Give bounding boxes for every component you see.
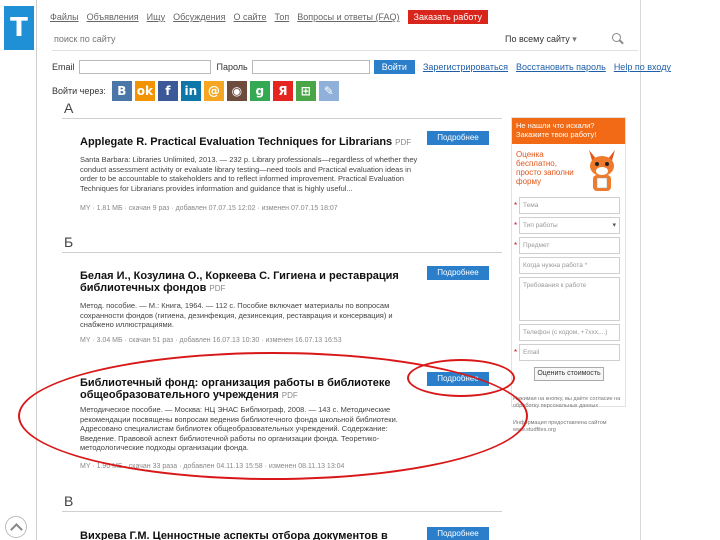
fox-mascot-icon xyxy=(589,150,615,191)
restore-password-link[interactable]: Восстановить пароль xyxy=(516,62,606,72)
password-label: Пароль xyxy=(216,62,248,72)
file-description: Метод. пособие. — М.: Книга, 1964. — 112… xyxy=(80,301,393,329)
phone-field-placeholder: Телефон (с кодом, +7ххх,...) xyxy=(523,329,608,336)
social-icons: Bok f in @ ◉ g Я ⊞ ✎ xyxy=(111,81,342,101)
search-input[interactable] xyxy=(52,31,497,47)
nav-discussions[interactable]: Обсуждения xyxy=(173,12,225,22)
windows-icon[interactable]: ⊞ xyxy=(295,81,316,101)
order-form-panel: Не нашли что искали? Закажите твою работ… xyxy=(511,117,626,407)
order-form-promo: Оценка бесплатно, просто заполни форму xyxy=(512,144,625,194)
file-title-text: Applegate R. Practical Evaluation Techni… xyxy=(80,136,393,148)
header-divider xyxy=(52,50,638,51)
estimate-cost-button[interactable]: Оценить стоимость xyxy=(534,367,604,381)
section-letter-v: В xyxy=(64,493,74,509)
mailru-icon[interactable]: @ xyxy=(203,81,224,101)
email-order-placeholder: Email xyxy=(523,349,540,356)
file-title[interactable]: Белая И., Козулина О., Коркеева С. Гигие… xyxy=(80,270,425,295)
file-format: PDF xyxy=(209,284,226,293)
nav-about[interactable]: О сайте xyxy=(233,12,266,22)
left-frame-divider xyxy=(36,0,37,540)
nav-faq[interactable]: Вопросы и ответы (FAQ) xyxy=(297,12,399,22)
file-meta: MY · 1.81 МБ · скачан 9 раз · добавлен 0… xyxy=(80,205,338,212)
file-title[interactable]: Applegate R. Practical Evaluation Techni… xyxy=(80,136,425,149)
source-note: Информация предоставлена сайтом www.stud… xyxy=(513,420,607,433)
linkedin-icon[interactable]: in xyxy=(180,81,201,101)
register-link[interactable]: Зарегистрироваться xyxy=(423,62,508,72)
phone-field[interactable]: Телефон (с кодом, +7ххх,...) xyxy=(519,324,620,341)
scroll-to-top-icon[interactable] xyxy=(5,516,27,538)
order-work-button[interactable]: Заказать работу xyxy=(407,10,488,24)
login-form: Email Пароль Войти Зарегистрироваться Во… xyxy=(52,59,671,75)
work-type-placeholder: Тип работы xyxy=(523,222,558,229)
required-mark: * xyxy=(514,241,518,250)
site-search: По всему сайту xyxy=(52,30,638,48)
email-label: Email xyxy=(52,62,75,72)
google-icon[interactable]: g xyxy=(249,81,270,101)
section-divider xyxy=(62,252,502,253)
openid-icon[interactable]: ✎ xyxy=(318,81,339,101)
subject-field[interactable]: * Предмет xyxy=(514,237,620,254)
right-frame-divider xyxy=(640,0,641,540)
file-description: Santa Barbara: Libraries Unlimited, 2013… xyxy=(80,155,418,193)
promo-text: Оценка бесплатно, просто заполни форму xyxy=(516,150,574,186)
requirements-field[interactable]: Требования к работе xyxy=(519,277,620,321)
file-title-text: Белая И., Козулина О., Коркеева С. Гигие… xyxy=(80,270,399,294)
login-help-link[interactable]: Help по входу xyxy=(614,62,671,72)
login-button[interactable]: Войти xyxy=(373,60,415,74)
yandex-icon[interactable]: Я xyxy=(272,81,293,101)
required-mark: * xyxy=(514,201,518,210)
highlight-ellipse-button xyxy=(407,359,515,397)
deadline-field[interactable]: Когда нужна работа * xyxy=(519,257,620,274)
file-format: PDF xyxy=(395,138,412,147)
nav-files[interactable]: Файлы xyxy=(50,12,79,22)
search-icon[interactable] xyxy=(611,33,623,45)
top-navigation: Файлы Объявления Ищу Обсуждения О сайте … xyxy=(50,10,488,24)
nav-top[interactable]: Топ xyxy=(275,12,290,22)
section-divider xyxy=(62,118,502,119)
details-button[interactable]: Подробнее xyxy=(427,131,489,145)
topic-field[interactable]: * Тема xyxy=(514,197,620,214)
nav-ads[interactable]: Объявления xyxy=(87,12,139,22)
social-login: Войти через: Bok f in @ ◉ g Я ⊞ ✎ xyxy=(52,81,342,101)
subject-field-placeholder: Предмет xyxy=(523,242,550,249)
file-title[interactable]: Вихрева Г.М. Ценностные аспекты отбора д… xyxy=(80,530,425,540)
page: T Файлы Объявления Ищу Обсуждения О сайт… xyxy=(0,0,720,540)
section-letter-a: А xyxy=(64,100,74,116)
topic-field-placeholder: Тема xyxy=(523,202,539,209)
required-mark: * xyxy=(514,221,518,230)
file-meta: MY · 3.04 МБ · скачан 51 раз · добавлен … xyxy=(80,337,342,344)
required-mark: * xyxy=(514,348,518,357)
details-button[interactable]: Подробнее xyxy=(427,266,489,280)
email-order-field[interactable]: * Email xyxy=(514,344,620,361)
requirements-field-placeholder: Требования к работе xyxy=(523,282,587,289)
instagram-icon[interactable]: ◉ xyxy=(226,81,247,101)
site-logo[interactable]: T xyxy=(4,6,34,50)
odnoklassniki-icon[interactable]: ok xyxy=(134,81,155,101)
order-form-header: Не нашли что искали? Закажите твою работ… xyxy=(512,118,625,144)
facebook-icon[interactable]: f xyxy=(157,81,178,101)
section-letter-b: Б xyxy=(64,234,74,250)
consent-note: Нажимая на кнопку, вы даёте согласие на … xyxy=(513,396,621,409)
details-button[interactable]: Подробнее xyxy=(427,527,489,540)
search-scope-select[interactable]: По всему сайту xyxy=(505,34,605,45)
section-divider xyxy=(62,511,502,512)
password-field[interactable] xyxy=(251,60,370,74)
email-field[interactable] xyxy=(78,60,211,74)
vk-icon[interactable]: B xyxy=(111,81,132,101)
nav-search[interactable]: Ищу xyxy=(147,12,165,22)
work-type-select[interactable]: * Тип работы xyxy=(514,217,620,234)
deadline-field-placeholder: Когда нужна работа * xyxy=(523,262,588,269)
social-login-label: Войти через: xyxy=(52,86,106,96)
